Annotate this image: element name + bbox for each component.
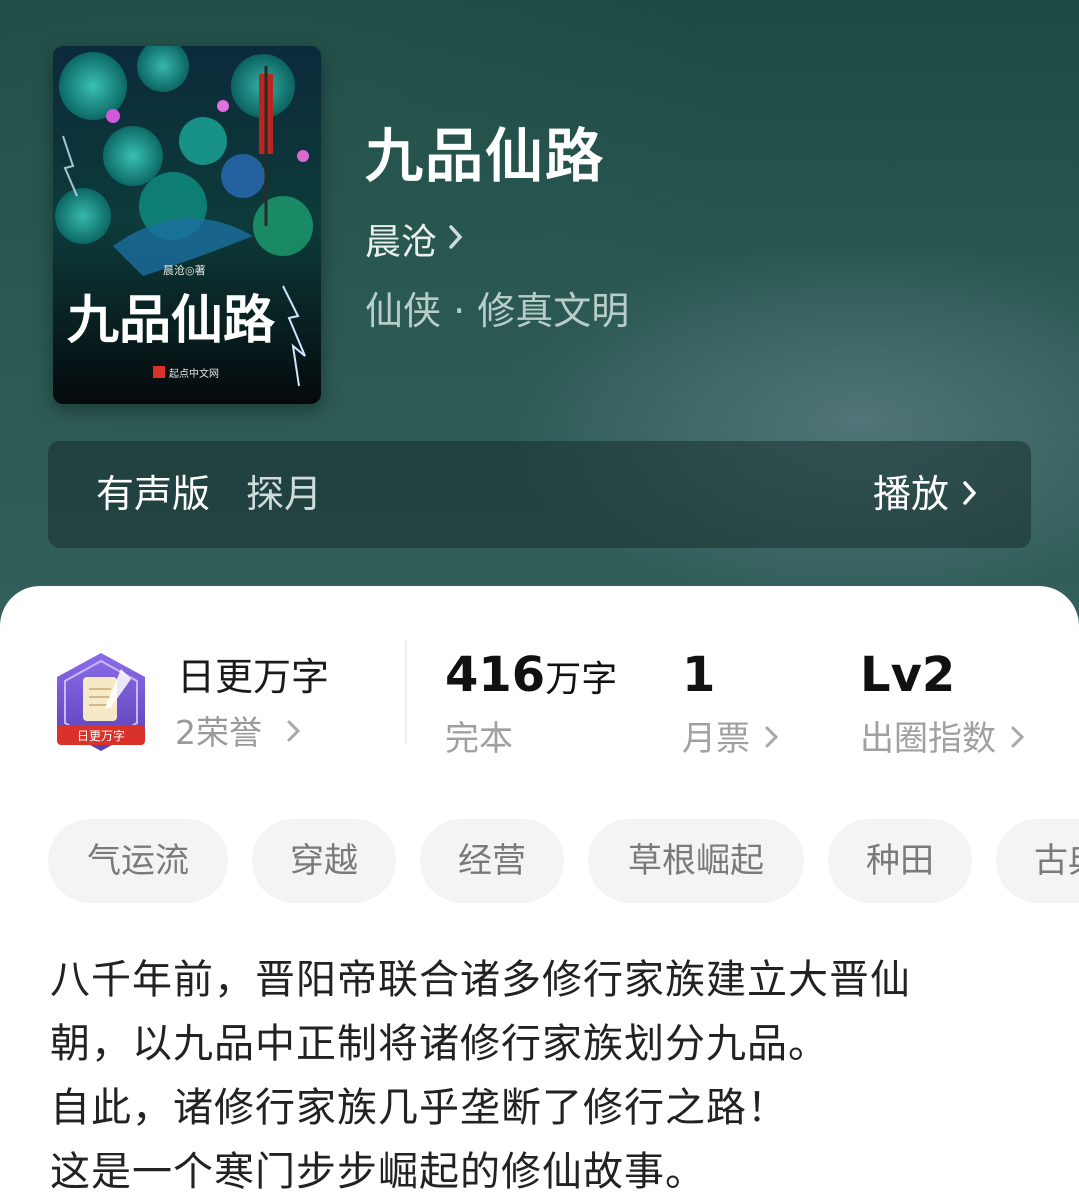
chevron-right-icon xyxy=(764,716,780,762)
audio-label: 有声版 xyxy=(96,472,211,516)
book-title: 九品仙路 xyxy=(365,122,606,190)
tag-item[interactable]: 经营 xyxy=(420,819,564,903)
monthly-ticket-value: 1 xyxy=(682,645,715,716)
cover-author-text: 晨沧◎著 xyxy=(163,263,206,277)
word-count-number: 416 xyxy=(445,647,546,703)
completion-status-label: 完本 xyxy=(445,719,513,759)
popularity-index-value: Lv2 xyxy=(860,645,955,716)
book-description: 八千年前，晋阳帝联合诸多修行家族建立大晋仙 朝，以九品中正制将诸修行家族划分九品… xyxy=(50,948,1050,1204)
cover-publisher-text: 起点中文网 xyxy=(169,367,219,380)
tag-list: 气运流 穿越 经营 草根崛起 种田 古典 xyxy=(48,819,1079,903)
honor-badge-icon[interactable]: 日更万字 xyxy=(51,651,151,757)
chevron-right-icon xyxy=(447,223,465,255)
tag-item[interactable]: 种田 xyxy=(828,819,972,903)
word-count-value: 416万字 xyxy=(445,645,617,716)
chevron-right-icon xyxy=(286,710,302,756)
popularity-index-label: 出圈指数 xyxy=(860,719,996,759)
honor-title[interactable]: 日更万字 xyxy=(177,652,329,702)
monthly-ticket-number: 1 xyxy=(682,647,716,703)
popularity-index-link[interactable]: 出圈指数 xyxy=(860,716,1026,762)
honor-count-link[interactable]: 2荣誉 xyxy=(175,710,302,756)
description-line: 这是一个寒门步步崛起的修仙故事。 xyxy=(50,1149,706,1195)
play-label: 播放 xyxy=(872,472,949,516)
audio-narrator: 探月 xyxy=(246,472,323,516)
tag-item[interactable]: 草根崛起 xyxy=(588,819,804,903)
cover-illustration: 晨沧◎著 九品仙路 起点中文网 xyxy=(53,46,321,404)
play-button[interactable]: 播放 xyxy=(873,469,979,519)
word-count-unit: 万字 xyxy=(545,659,618,700)
chevron-right-icon xyxy=(961,469,979,519)
cover-title-text: 九品仙路 xyxy=(67,290,276,351)
description-line: 自此，诸修行家族几乎垄断了修行之路！ xyxy=(50,1085,788,1131)
badge-text: 日更万字 xyxy=(77,728,125,743)
monthly-ticket-label: 月票 xyxy=(682,719,750,759)
book-genre[interactable]: 仙侠 · 修真文明 xyxy=(365,286,629,336)
chevron-right-icon xyxy=(1010,716,1026,762)
tag-item[interactable]: 穿越 xyxy=(252,819,396,903)
stats-divider xyxy=(405,640,407,744)
audio-version-bar[interactable]: 有声版 探月 播放 xyxy=(48,441,1031,548)
completion-status: 完本 xyxy=(445,716,513,762)
tag-item[interactable]: 古典 xyxy=(996,819,1079,903)
author-link[interactable]: 晨沧 xyxy=(365,214,465,264)
tag-item[interactable]: 气运流 xyxy=(48,819,228,903)
popularity-index-number: Lv2 xyxy=(860,647,956,703)
monthly-ticket-link[interactable]: 月票 xyxy=(682,716,780,762)
author-name: 晨沧 xyxy=(365,222,438,263)
description-line: 朝，以九品中正制将诸修行家族划分九品。 xyxy=(50,1021,829,1067)
honor-count: 2荣誉 xyxy=(175,713,262,752)
book-cover[interactable]: 晨沧◎著 九品仙路 起点中文网 xyxy=(53,46,321,404)
book-header: 晨沧◎著 九品仙路 起点中文网 九品仙路 晨沧 仙侠 · 修真文明 有声版 探月… xyxy=(0,0,1079,640)
description-line: 八千年前，晋阳帝联合诸多修行家族建立大晋仙 xyxy=(50,957,911,1003)
